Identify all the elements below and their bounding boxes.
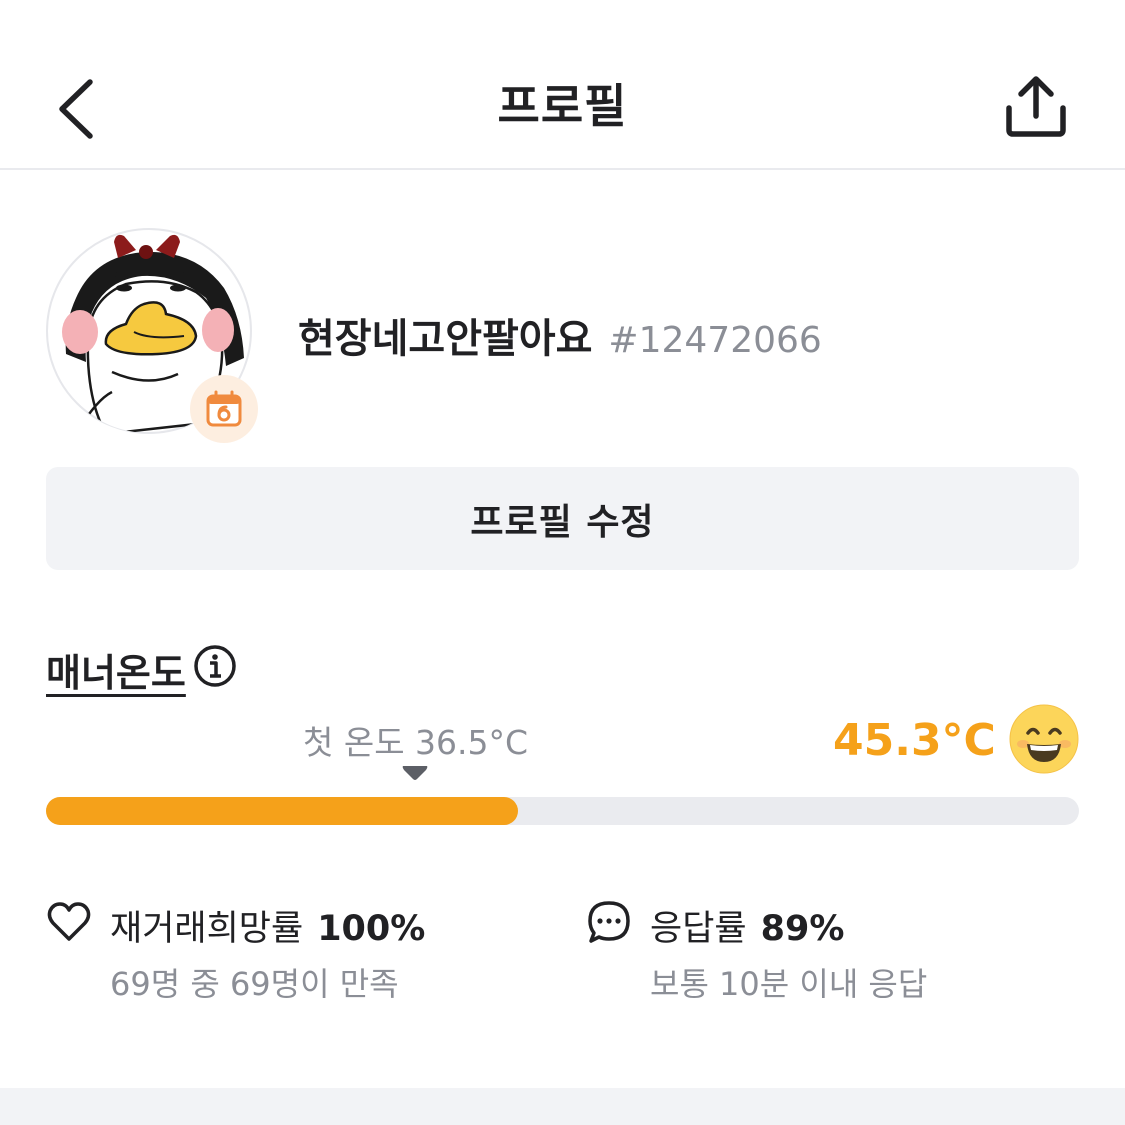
- section-divider: [0, 1088, 1125, 1125]
- profile-page: 프로필 현장네고안팔아요 #12472066 프로필 수정 매너온도 첫 온도 …: [0, 0, 1125, 1125]
- response-rate-detail: 보통 10분 이내 응답: [650, 965, 928, 1003]
- top-bar: 프로필: [0, 0, 1125, 170]
- response-rate-label: 응답률: [650, 909, 747, 949]
- chat-bubble-icon: [588, 901, 630, 943]
- response-rate-row: 응답률 89%: [650, 900, 844, 951]
- manner-temperature-title[interactable]: 매너온도: [46, 642, 186, 697]
- response-rate-value: 89%: [760, 909, 845, 949]
- calendar-badge: [190, 375, 258, 443]
- page-title: 프로필: [497, 79, 628, 133]
- info-button[interactable]: [193, 644, 237, 688]
- rehire-rate-detail: 69명 중 69명이 만족: [110, 965, 399, 1003]
- caret-down-icon: [402, 766, 428, 780]
- nickname: 현장네고안팔아요: [298, 316, 593, 362]
- nickname-row: 현장네고안팔아요 #12472066: [298, 306, 822, 362]
- rehire-rate-row: 재거래희망률 100%: [110, 900, 425, 951]
- rehire-rate-label: 재거래희망률: [110, 909, 304, 949]
- calendar-badge-icon: [206, 390, 242, 427]
- edit-profile-button[interactable]: 프로필 수정: [46, 467, 1079, 570]
- temperature-value: 45.3°C: [833, 715, 996, 766]
- heart-icon: [47, 902, 91, 941]
- first-temperature-label: 첫 온도 36.5°C: [303, 723, 529, 762]
- share-icon: [1006, 76, 1066, 137]
- info-icon: [194, 645, 236, 687]
- temperature-gauge-fill: [46, 797, 519, 825]
- user-id: #12472066: [608, 320, 822, 361]
- share-button[interactable]: [1000, 72, 1072, 142]
- rehire-rate-value: 100%: [317, 909, 426, 949]
- smiling-face-icon: [1009, 704, 1079, 774]
- temperature-gauge: [46, 797, 1079, 825]
